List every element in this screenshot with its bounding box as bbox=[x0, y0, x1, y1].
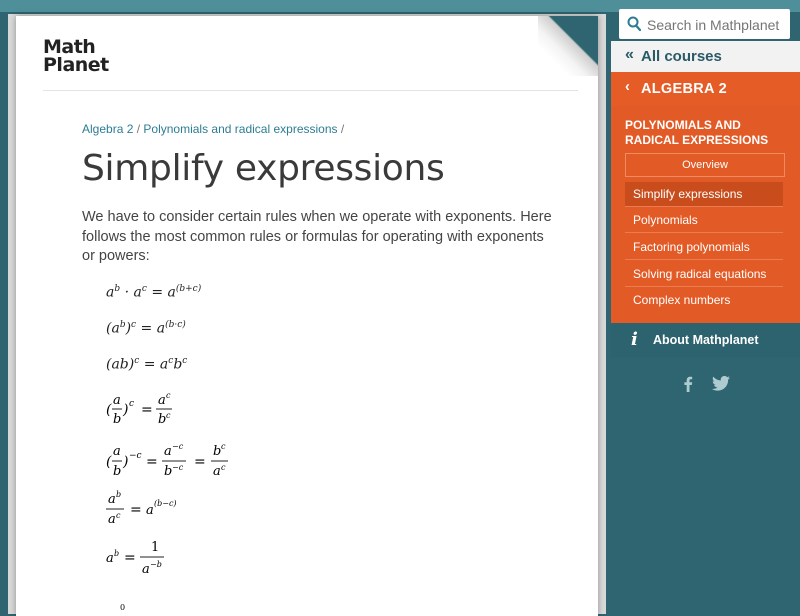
double-chevron-left-icon: « bbox=[625, 46, 634, 63]
section-title[interactable]: POLYNOMIALS AND RADICAL EXPRESSIONS bbox=[625, 118, 790, 148]
mathplanet-logo[interactable]: Math Planet bbox=[43, 38, 113, 76]
formula-quotient-rule: a b a c = a (b−c) bbox=[106, 488, 206, 536]
formula-quotient-power: ( a b ) c = a c b c bbox=[106, 390, 196, 434]
chevron-left-icon: ‹ bbox=[625, 79, 631, 95]
formula-product-power: (ab)c = acbc bbox=[106, 356, 188, 373]
svg-text:b: b bbox=[114, 549, 119, 558]
svg-text:a: a bbox=[108, 512, 116, 527]
logo-line2: Planet bbox=[43, 54, 109, 76]
overview-button[interactable]: Overview bbox=[625, 153, 785, 177]
about-label: About Mathplanet bbox=[653, 333, 759, 347]
svg-text:): ) bbox=[122, 454, 128, 470]
fraction-formula: ( a b ) c = a c b c bbox=[106, 391, 172, 427]
svg-text:b: b bbox=[113, 412, 121, 427]
breadcrumb-polynomials[interactable]: Polynomials and radical expressions bbox=[143, 122, 337, 136]
breadcrumb: Algebra 2 / Polynomials and radical expr… bbox=[82, 122, 344, 136]
fraction-formula: a b = 1 a −b bbox=[106, 540, 164, 577]
svg-text:−c: −c bbox=[129, 451, 142, 461]
section-panel: POLYNOMIALS AND RADICAL EXPRESSIONS Over… bbox=[611, 106, 800, 323]
svg-text:c: c bbox=[166, 391, 171, 400]
svg-text:a: a bbox=[113, 393, 121, 408]
svg-text:a: a bbox=[106, 551, 114, 566]
breadcrumb-separator: / bbox=[340, 122, 345, 136]
course-algebra2-link[interactable]: ‹ ALGEBRA 2 bbox=[611, 72, 800, 106]
search-input[interactable] bbox=[645, 13, 789, 37]
header-divider bbox=[43, 90, 578, 91]
facebook-icon[interactable] bbox=[683, 376, 693, 397]
svg-text:a: a bbox=[158, 393, 166, 408]
svg-text:=: = bbox=[124, 550, 136, 566]
svg-text:=: = bbox=[130, 502, 142, 518]
fraction-formula: ( a b ) −c = a −c b −c = b c a c bbox=[106, 442, 228, 479]
fraction-formula: a b a c = a (b−c) bbox=[106, 490, 177, 527]
svg-text:a: a bbox=[142, 562, 150, 577]
svg-text:a: a bbox=[213, 464, 221, 479]
page-title: Simplify expressions bbox=[82, 148, 445, 189]
svg-text:c: c bbox=[166, 411, 171, 420]
course-label: ALGEBRA 2 bbox=[641, 81, 727, 97]
svg-text:c: c bbox=[116, 511, 121, 520]
svg-text:a: a bbox=[164, 444, 172, 459]
svg-text:b: b bbox=[113, 464, 121, 479]
formula-power-rule: (ab)c = a(b·c) bbox=[106, 320, 186, 337]
search-box[interactable] bbox=[619, 9, 790, 39]
svg-text:): ) bbox=[122, 402, 128, 418]
svg-text:c: c bbox=[221, 463, 226, 472]
nav-item-polynomials[interactable]: Polynomials bbox=[625, 208, 783, 233]
svg-text:−c: −c bbox=[172, 463, 184, 472]
twitter-icon[interactable] bbox=[712, 375, 730, 396]
svg-text:c: c bbox=[129, 399, 134, 409]
svg-text:=: = bbox=[194, 454, 206, 470]
content-page: Math Planet Algebra 2 / Polynomials and … bbox=[16, 16, 598, 616]
all-courses-label: All courses bbox=[641, 48, 722, 65]
svg-text:−c: −c bbox=[172, 442, 184, 451]
nav-item-complex-numbers[interactable]: Complex numbers bbox=[625, 288, 783, 313]
page-curl bbox=[538, 16, 598, 76]
svg-text:a: a bbox=[113, 444, 121, 459]
intro-text: We have to consider certain rules when w… bbox=[82, 209, 552, 264]
search-icon[interactable] bbox=[627, 16, 642, 35]
svg-text:(: ( bbox=[106, 402, 112, 418]
svg-text:c: c bbox=[221, 442, 226, 451]
svg-text:0: 0 bbox=[120, 603, 125, 612]
all-courses-link[interactable]: « All courses bbox=[611, 41, 800, 72]
info-icon: i bbox=[631, 329, 638, 350]
about-mathplanet-link[interactable]: i About Mathplanet bbox=[611, 323, 800, 357]
svg-text:=: = bbox=[141, 402, 153, 418]
formula-zero-exponent: 0 bbox=[106, 594, 166, 616]
fraction-formula: 0 bbox=[120, 603, 125, 612]
formula-negative-exponent: ( a b ) −c = a −c b −c = b c a c bbox=[106, 440, 256, 488]
breadcrumb-algebra2[interactable]: Algebra 2 bbox=[82, 122, 133, 136]
formula-reciprocal: a b = 1 a −b bbox=[106, 536, 186, 584]
nav-item-simplify-expressions[interactable]: Simplify expressions bbox=[625, 182, 783, 207]
svg-text:a: a bbox=[108, 492, 116, 507]
svg-text:1: 1 bbox=[151, 540, 159, 555]
formula-product-rule: ab · ac = a(b+c) bbox=[106, 284, 202, 301]
svg-text:=: = bbox=[146, 454, 158, 470]
nav-item-factoring-polynomials[interactable]: Factoring polynomials bbox=[625, 235, 783, 260]
svg-text:b: b bbox=[116, 490, 121, 499]
svg-text:(b−c): (b−c) bbox=[154, 499, 177, 508]
breadcrumb-separator: / bbox=[136, 122, 141, 136]
svg-text:−b: −b bbox=[150, 560, 162, 569]
nav-item-solving-radical-equations[interactable]: Solving radical equations bbox=[625, 262, 783, 287]
svg-text:(: ( bbox=[106, 454, 112, 470]
svg-text:a: a bbox=[146, 503, 154, 518]
